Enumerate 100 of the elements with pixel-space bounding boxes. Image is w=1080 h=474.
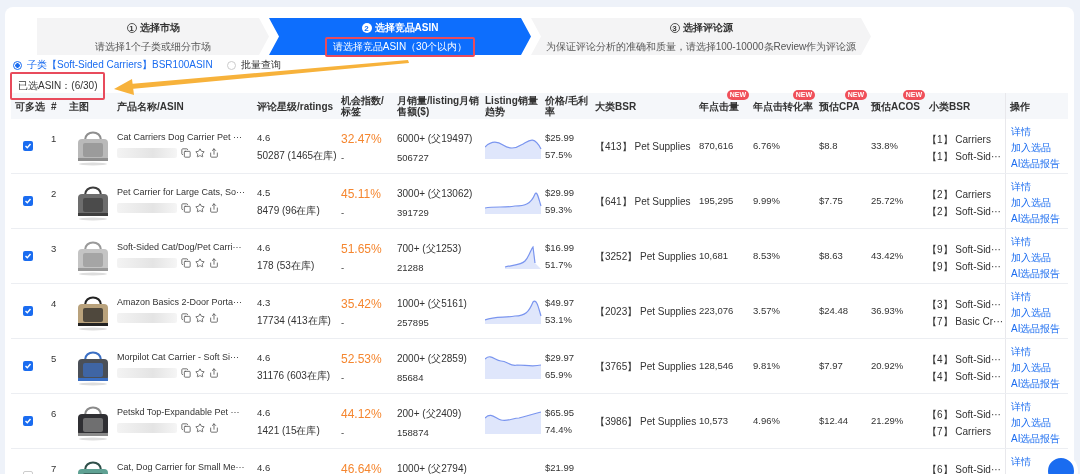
price: $29.97 <box>545 352 575 363</box>
action-link[interactable]: 加入选品 <box>1011 196 1051 210</box>
action-link[interactable]: 详情 <box>1011 180 1031 194</box>
redacted-asin <box>117 203 177 213</box>
copy-icon[interactable] <box>181 148 191 158</box>
row-checkbox[interactable] <box>23 251 33 261</box>
opportunity-index: 44.12% <box>341 407 382 421</box>
action-link[interactable]: 详情 <box>1011 455 1031 469</box>
row-checkbox[interactable] <box>23 306 33 316</box>
share-icon[interactable] <box>209 148 219 158</box>
row-number: 4 <box>51 298 57 309</box>
margin: 53.1% <box>545 314 572 325</box>
action-link[interactable]: 详情 <box>1011 235 1031 249</box>
radio-button[interactable] <box>13 60 22 70</box>
annual-clicks: 195,295 <box>699 195 734 206</box>
estimated-acos: 33.8% <box>871 140 898 151</box>
favorite-icon[interactable] <box>195 423 205 433</box>
redacted-asin <box>117 148 177 158</box>
price: $49.97 <box>545 297 575 308</box>
row-checkbox[interactable] <box>23 141 33 151</box>
copy-icon[interactable] <box>181 203 191 213</box>
subcategory-bsr: 【9】 Soft-Sid··· <box>927 243 1001 257</box>
margin: 57.5% <box>545 149 572 160</box>
conversion-rate: 9.99% <box>753 195 780 206</box>
favorite-icon[interactable] <box>195 148 205 158</box>
check-icon <box>24 142 32 150</box>
opportunity-index: 32.47% <box>341 132 382 146</box>
action-link[interactable]: 加入选品 <box>1011 361 1051 375</box>
redacted-asin <box>117 368 177 378</box>
subcategory-bsr: 【2】 Carriers <box>927 188 991 202</box>
column-header: 月销量/listing月销售额($) <box>397 95 480 117</box>
rating-score: 4.5 <box>257 187 271 198</box>
favorite-icon[interactable] <box>195 258 205 268</box>
copy-icon[interactable] <box>181 258 191 268</box>
column-header: 可多选 <box>15 100 45 112</box>
monthly-revenue: 158874 <box>397 427 429 438</box>
estimated-acos: 20.92% <box>871 360 904 371</box>
radio-label[interactable]: 批量查询 <box>240 58 281 72</box>
redacted-asin <box>117 258 177 268</box>
subcategory-bsr: 【7】 Carriers <box>927 425 991 439</box>
action-link[interactable]: 详情 <box>1011 125 1031 139</box>
row-number: 5 <box>51 353 57 364</box>
annual-clicks: 128,546 <box>699 360 734 371</box>
radio-label[interactable]: 子类【Soft-Sided Carriers】BSR100ASIN <box>27 58 213 72</box>
subcategory-bsr: 【1】 Soft-Sid··· <box>927 150 1001 164</box>
step-tab[interactable]: 2 选择竞品ASIN 请选择竞品ASIN（30个以内） <box>269 18 531 56</box>
opportunity-index: 51.65% <box>341 242 382 256</box>
copy-icon[interactable] <box>181 368 191 378</box>
share-icon[interactable] <box>209 423 219 433</box>
favorite-icon[interactable] <box>195 368 205 378</box>
tag-text: - <box>341 427 345 438</box>
action-link[interactable]: 加入选品 <box>1011 306 1051 320</box>
column-header: 小类BSR <box>929 100 971 112</box>
share-icon[interactable] <box>209 203 219 213</box>
action-link[interactable]: AI选品报告 <box>1011 432 1061 446</box>
row-number: 2 <box>51 188 57 199</box>
rating-score: 4.6 <box>257 462 271 473</box>
annual-clicks: 10,573 <box>699 415 729 426</box>
action-link[interactable]: AI选品报告 <box>1011 267 1061 281</box>
action-link[interactable]: AI选品报告 <box>1011 322 1061 336</box>
action-link[interactable]: 详情 <box>1011 290 1031 304</box>
price: $29.99 <box>545 187 575 198</box>
product-name: Cat Carriers Dog Carrier Pet ··· <box>117 132 243 142</box>
check-icon <box>24 252 32 260</box>
action-link[interactable]: 详情 <box>1011 400 1031 414</box>
share-icon[interactable] <box>209 313 219 323</box>
action-link[interactable]: AI选品报告 <box>1011 377 1061 391</box>
subcategory-bsr: 【4】 Soft-Sid··· <box>927 353 1001 367</box>
tag-text: - <box>341 372 345 383</box>
monthly-sales: 1000+ (父2794) <box>397 462 467 474</box>
row-checkbox[interactable] <box>23 196 33 206</box>
estimated-acos: 43.42% <box>871 250 904 261</box>
share-icon[interactable] <box>209 258 219 268</box>
column-header: 主图 <box>69 100 89 112</box>
category-bsr: 【3765】 Pet Supplies <box>595 360 697 374</box>
copy-icon[interactable] <box>181 423 191 433</box>
margin: 59.3% <box>545 204 572 215</box>
column-header: 大类BSR <box>595 100 637 112</box>
step-tab[interactable]: 1 选择市场 请选择1个子类或细分市场 <box>37 18 269 56</box>
column-header: Listing销量趋势 <box>485 95 538 117</box>
action-link[interactable]: AI选品报告 <box>1011 157 1061 171</box>
tag-text: - <box>341 262 345 273</box>
copy-icon[interactable] <box>181 313 191 323</box>
action-link[interactable]: 加入选品 <box>1011 251 1051 265</box>
action-link[interactable]: 加入选品 <box>1011 416 1051 430</box>
favorite-icon[interactable] <box>195 313 205 323</box>
conversion-rate: 4.96% <box>753 415 780 426</box>
monthly-sales: 3000+ (父13062) <box>397 187 473 201</box>
step-tab[interactable]: 3 选择评论源 为保证评论分析的准确和质量，请选择100-10000条Review作为评论源 <box>531 18 871 56</box>
action-link[interactable]: AI选品报告 <box>1011 212 1061 226</box>
monthly-revenue: 506727 <box>397 152 429 163</box>
action-link[interactable]: 详情 <box>1011 345 1031 359</box>
share-icon[interactable] <box>209 368 219 378</box>
row-checkbox[interactable] <box>23 416 33 426</box>
row-number: 1 <box>51 133 57 144</box>
favorite-icon[interactable] <box>195 203 205 213</box>
row-checkbox[interactable] <box>23 361 33 371</box>
price: $25.99 <box>545 132 575 143</box>
action-link[interactable]: 加入选品 <box>1011 141 1051 155</box>
tag-text: - <box>341 207 345 218</box>
